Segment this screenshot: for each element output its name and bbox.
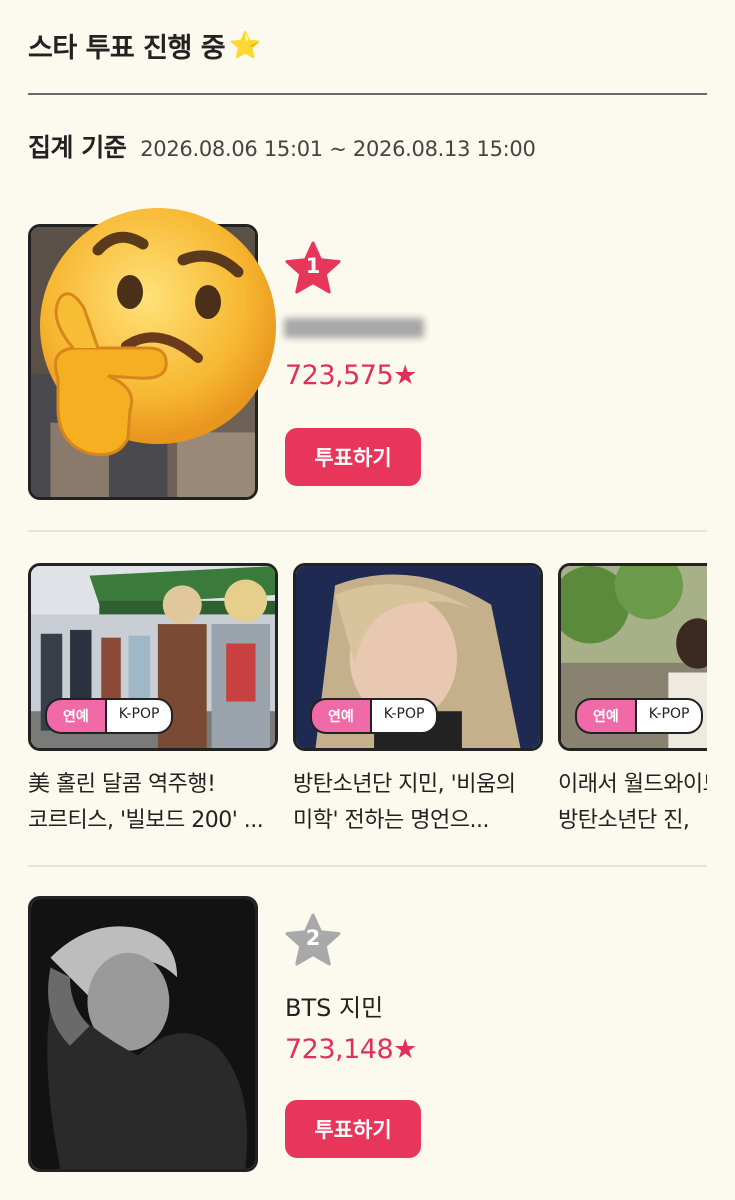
aggregation-period: 집계 기준 2026.08.06 15:01 ~ 2026.08.13 15:0…	[28, 128, 536, 164]
news-tags: 연예 K-POP	[45, 698, 174, 734]
tag-category: 연예	[575, 698, 635, 734]
news-card[interactable]: 연예 K-POP 이래서 월드와이드 방탄소년단 진,	[558, 563, 707, 839]
news-thumbnail[interactable]: 연예 K-POP	[558, 563, 707, 751]
news-title[interactable]: 방탄소년단 지민, '비움의 미학' 전하는 명언으...	[293, 767, 543, 839]
vote-count: 723,575★	[285, 360, 417, 391]
tag-category: 연예	[310, 698, 370, 734]
news-title[interactable]: 美 홀린 달콤 역주행! 코르티스, '빌보드 200' ...	[28, 767, 278, 839]
tag-genre: K-POP	[634, 698, 704, 734]
rank-card-1[interactable]	[28, 208, 276, 500]
section-title: 스타 투표 진행 중 ⭐	[28, 26, 261, 65]
star-name-redacted	[284, 318, 424, 338]
divider	[28, 865, 707, 867]
vote-count: 723,148★	[285, 1034, 417, 1065]
divider	[28, 530, 707, 532]
period-range: 2026.08.06 15:01 ~ 2026.08.13 15:00	[140, 137, 536, 161]
rank-card-2[interactable]	[28, 896, 258, 1172]
news-card[interactable]: 연예 K-POP 美 홀린 달콤 역주행! 코르티스, '빌보드 200' ..…	[28, 563, 278, 839]
star-thumbnail[interactable]	[28, 896, 258, 1172]
period-label: 집계 기준	[28, 133, 127, 162]
star-vote-page: 스타 투표 진행 중 ⭐ 집계 기준 2026.08.06 15:01 ~ 20…	[0, 0, 735, 1200]
rank-number: 2	[305, 926, 321, 950]
section-title-text: 스타 투표 진행 중	[28, 33, 226, 64]
thinking-face-icon	[18, 198, 283, 463]
news-thumbnail[interactable]: 연예 K-POP	[28, 563, 278, 751]
star-name	[284, 316, 424, 344]
rank-number: 1	[305, 254, 321, 278]
divider	[28, 93, 707, 95]
news-tags: 연예 K-POP	[310, 698, 439, 734]
star-name: BTS 지민	[285, 994, 384, 1022]
rank-badge: 2	[284, 912, 342, 970]
news-card[interactable]: 연예 K-POP 방탄소년단 지민, '비움의 미학' 전하는 명언으...	[293, 563, 543, 839]
tag-category: 연예	[45, 698, 105, 734]
news-title[interactable]: 이래서 월드와이드 방탄소년단 진,	[558, 767, 707, 839]
tag-genre: K-POP	[369, 698, 439, 734]
news-carousel[interactable]: 연예 K-POP 美 홀린 달콤 역주행! 코르티스, '빌보드 200' ..…	[28, 563, 707, 853]
star-emoji-icon: ⭐	[229, 30, 261, 61]
tag-genre: K-POP	[104, 698, 174, 734]
news-thumbnail[interactable]: 연예 K-POP	[293, 563, 543, 751]
news-tags: 연예 K-POP	[575, 698, 704, 734]
rank-badge: 1	[284, 240, 342, 298]
vote-button[interactable]: 투표하기	[285, 428, 421, 486]
vote-button[interactable]: 투표하기	[285, 1100, 421, 1158]
